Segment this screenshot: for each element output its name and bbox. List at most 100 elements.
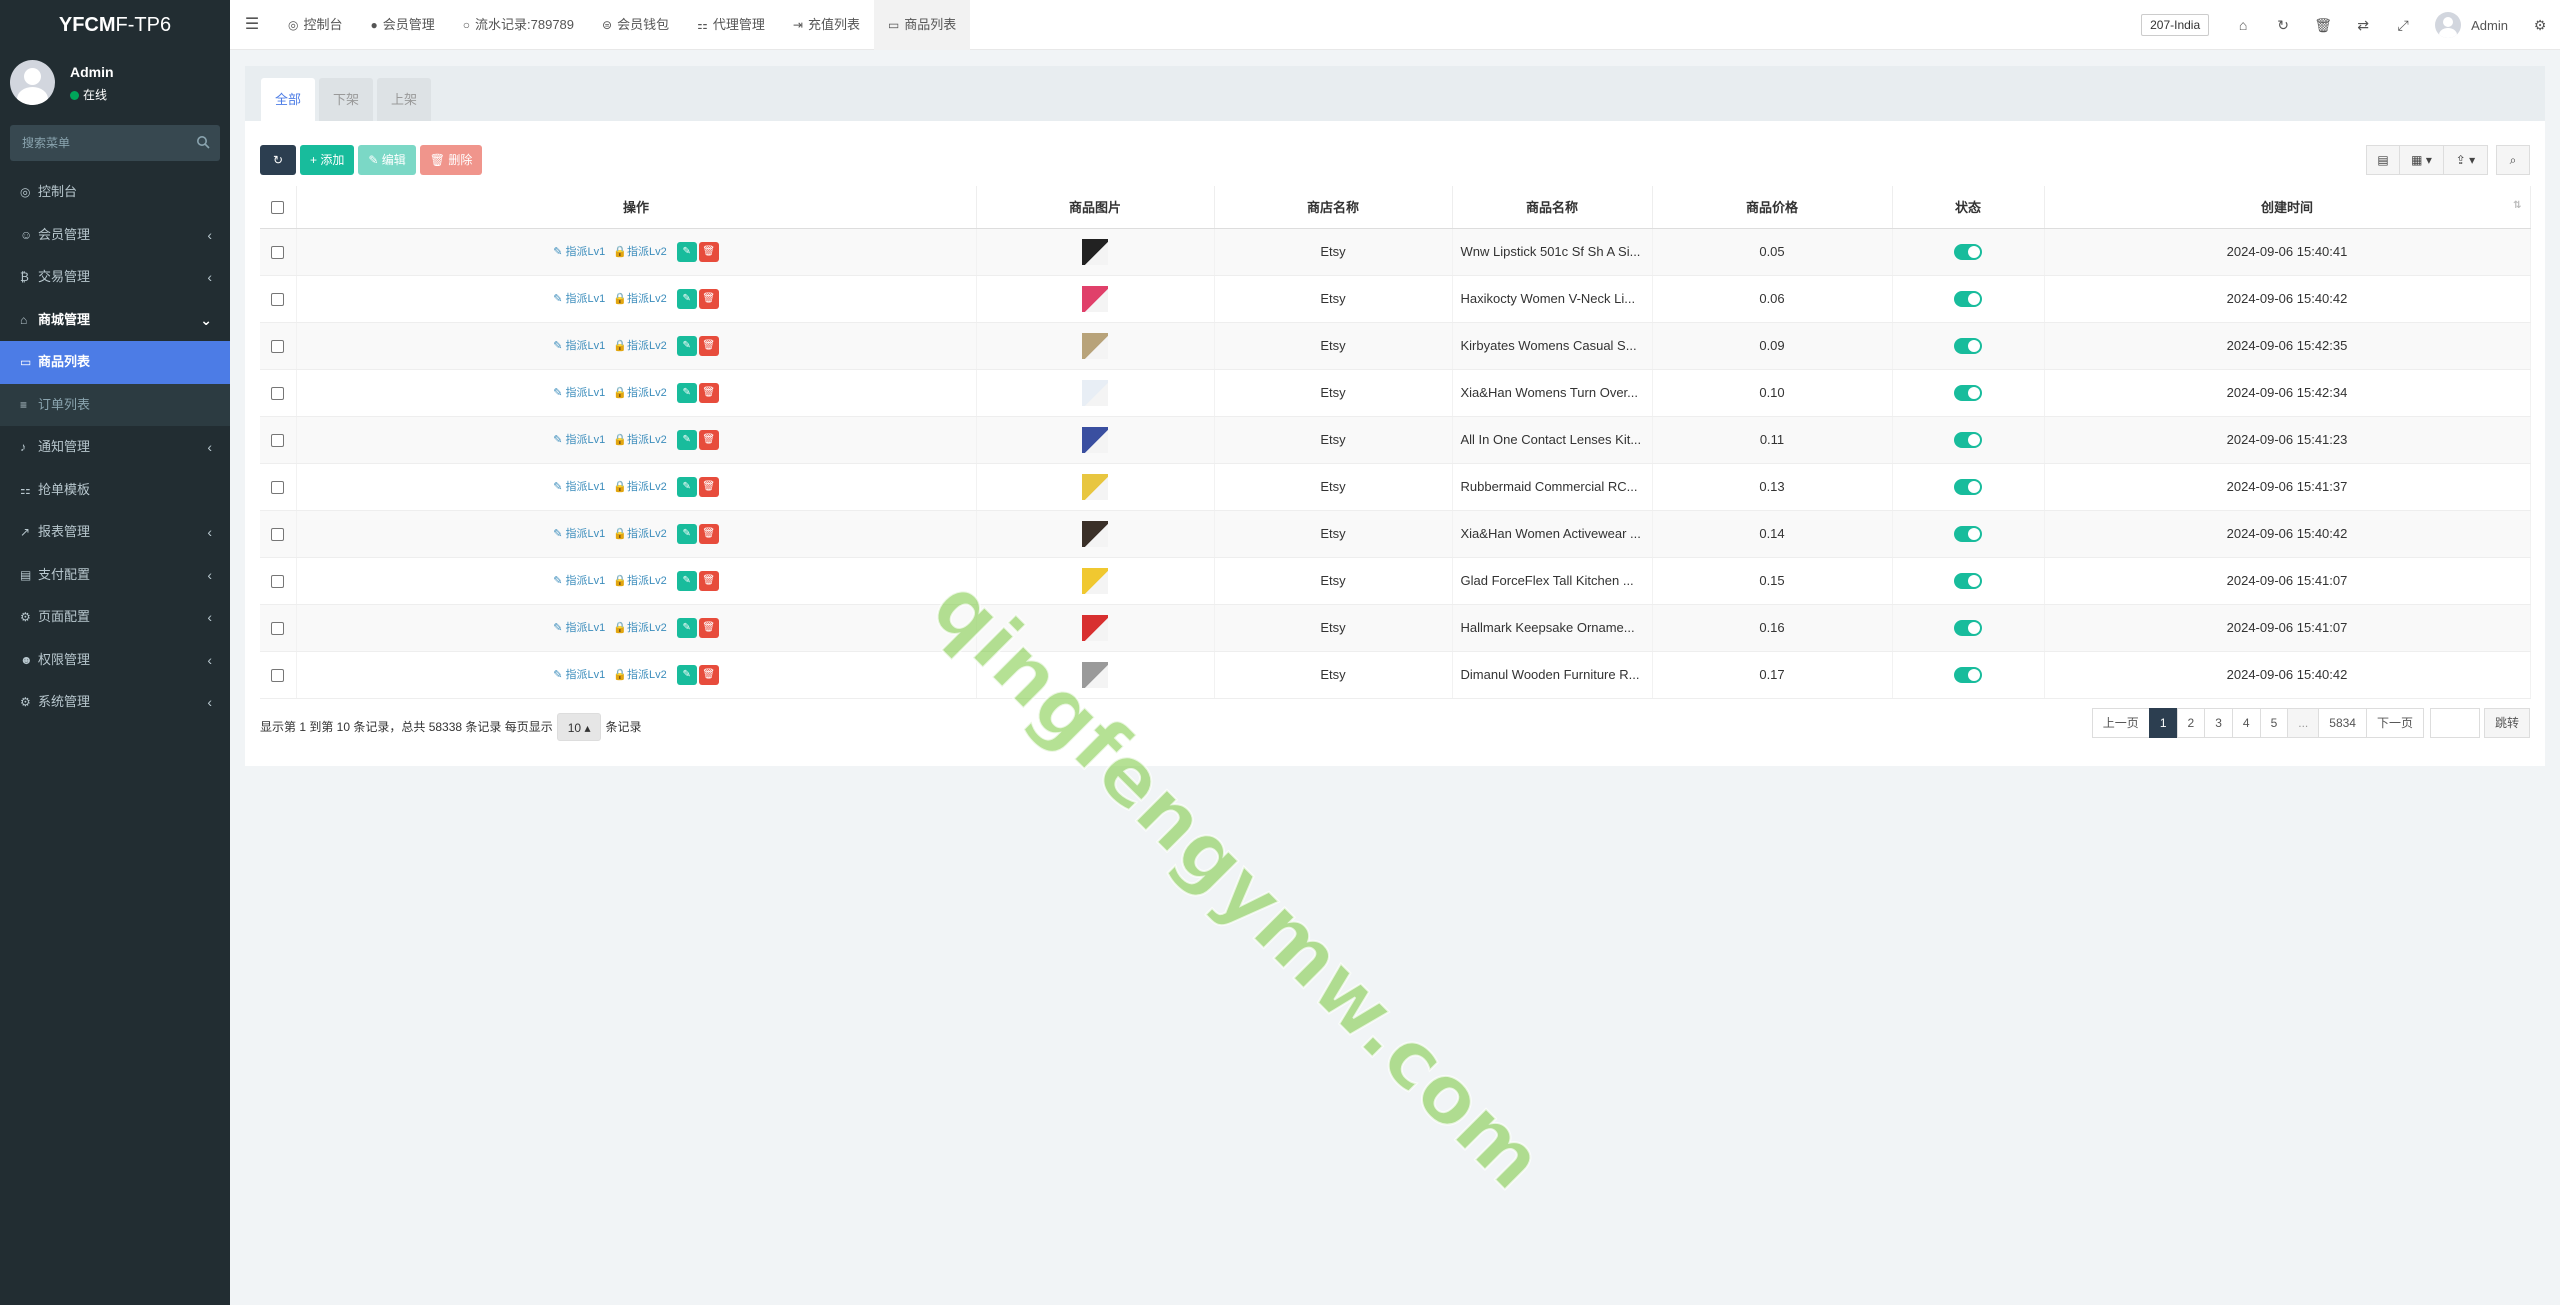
- assign-lv1-link[interactable]: ✎ 指派Lv1: [553, 575, 605, 587]
- sidebar-item-permissions[interactable]: ☻ 权限管理 ‹: [0, 639, 230, 682]
- row-checkbox[interactable]: [271, 575, 285, 589]
- row-delete-button[interactable]: 🗑: [698, 335, 719, 356]
- tab-dashboard[interactable]: ◎ 控制台: [274, 0, 357, 50]
- status-toggle[interactable]: [1954, 243, 1982, 260]
- product-thumbnail[interactable]: [1082, 238, 1108, 265]
- language-select[interactable]: 207-India: [2141, 14, 2210, 36]
- refresh-button[interactable]: ↻: [260, 145, 296, 175]
- table-row[interactable]: ✎ 指派Lv1 🔒指派Lv2 ✎ 🗑 Etsy Rubbermaid Commercial…: [260, 463, 2531, 511]
- status-toggle[interactable]: [1954, 337, 1982, 354]
- row-delete-button[interactable]: 🗑: [698, 241, 719, 262]
- status-toggle[interactable]: [1954, 384, 1982, 401]
- tab-online[interactable]: 上架: [377, 78, 432, 121]
- refresh-icon[interactable]: ↻: [2263, 17, 2303, 34]
- assign-lv2-link[interactable]: 🔒指派Lv2: [613, 622, 666, 634]
- table-row[interactable]: ✎ 指派Lv1 🔒指派Lv2 ✎ 🗑 Etsy Kirbyates Womens Casu…: [260, 322, 2531, 370]
- status-toggle[interactable]: [1954, 666, 1982, 683]
- row-edit-button[interactable]: ✎: [676, 523, 697, 544]
- row-edit-button[interactable]: ✎: [676, 476, 697, 497]
- sidebar-item-mall[interactable]: ⌂ 商城管理 ⌄: [0, 299, 230, 342]
- table-row[interactable]: ✎ 指派Lv1 🔒指派Lv2 ✎ 🗑 Etsy Haxikocty Women V-Nec…: [260, 275, 2531, 323]
- tab-recharge[interactable]: ⇥ 充值列表: [779, 0, 874, 50]
- add-button[interactable]: + 添加: [300, 145, 355, 175]
- row-edit-button[interactable]: ✎: [676, 429, 697, 450]
- row-delete-button[interactable]: 🗑: [698, 429, 719, 450]
- row-checkbox[interactable]: [271, 528, 285, 542]
- table-row[interactable]: ✎ 指派Lv1 🔒指派Lv2 ✎ 🗑 Etsy Xia&Han Womens Turn O…: [260, 369, 2531, 417]
- sidebar-item-notifications[interactable]: ♪ 通知管理 ‹: [0, 426, 230, 469]
- sidebar-search-input[interactable]: [10, 125, 220, 161]
- col-header-created[interactable]: 创建时间 ⇅: [2044, 186, 2531, 229]
- sidebar-item-products[interactable]: ▭ 商品列表: [0, 341, 230, 384]
- row-checkbox[interactable]: [271, 340, 285, 354]
- assign-lv2-link[interactable]: 🔒指派Lv2: [613, 246, 666, 258]
- assign-lv1-link[interactable]: ✎ 指派Lv1: [553, 434, 605, 446]
- app-logo[interactable]: YFCMF-TP6: [0, 0, 230, 50]
- assign-lv1-link[interactable]: ✎ 指派Lv1: [553, 340, 605, 352]
- toggle-view-button[interactable]: ▤: [2366, 145, 2400, 175]
- row-edit-button[interactable]: ✎: [676, 617, 697, 638]
- fullscreen-icon[interactable]: ⤢: [2383, 17, 2423, 34]
- page-3[interactable]: 3: [2204, 708, 2233, 738]
- edit-button[interactable]: ✎ 编辑: [358, 145, 416, 175]
- row-edit-button[interactable]: ✎: [676, 288, 697, 309]
- columns-button[interactable]: ▦ ▾: [2400, 145, 2444, 175]
- row-delete-button[interactable]: 🗑: [698, 476, 719, 497]
- trash-icon[interactable]: 🗑: [2303, 17, 2343, 34]
- tab-flow-records[interactable]: ○ 流水记录:789789: [449, 0, 588, 50]
- settings-icon[interactable]: ⚙: [2520, 17, 2560, 34]
- export-button[interactable]: ⇪ ▾: [2444, 145, 2488, 175]
- page-1[interactable]: 1: [2148, 708, 2178, 738]
- assign-lv2-link[interactable]: 🔒指派Lv2: [613, 340, 666, 352]
- status-toggle[interactable]: [1954, 572, 1982, 589]
- select-all-checkbox[interactable]: [271, 201, 285, 215]
- delete-button[interactable]: 🗑 删除: [419, 145, 483, 175]
- assign-lv1-link[interactable]: ✎ 指派Lv1: [553, 293, 605, 305]
- table-row[interactable]: ✎ 指派Lv1 🔒指派Lv2 ✎ 🗑 Etsy Glad ForceFlex Tall K…: [260, 557, 2531, 605]
- home-icon[interactable]: ⌂: [2223, 17, 2263, 33]
- product-thumbnail[interactable]: [1082, 379, 1108, 406]
- sidebar-item-system[interactable]: ⚙ 系统管理 ‹: [0, 681, 230, 724]
- row-checkbox[interactable]: [271, 246, 285, 260]
- search-button[interactable]: ⌕: [2496, 145, 2530, 175]
- tab-all[interactable]: 全部: [261, 78, 316, 121]
- tab-wallet[interactable]: ⊜ 会员钱包: [588, 0, 683, 50]
- table-row[interactable]: ✎ 指派Lv1 🔒指派Lv2 ✎ 🗑 Etsy Xia&Han Women Activew…: [260, 510, 2531, 558]
- translate-icon[interactable]: ⇄: [2343, 17, 2383, 34]
- row-checkbox[interactable]: [271, 481, 285, 495]
- row-delete-button[interactable]: 🗑: [698, 523, 719, 544]
- row-edit-button[interactable]: ✎: [676, 664, 697, 685]
- status-toggle[interactable]: [1954, 290, 1982, 307]
- page-size-select[interactable]: 10 ▴: [556, 713, 602, 741]
- product-thumbnail[interactable]: [1082, 520, 1108, 547]
- next-page-button[interactable]: 下一页: [2365, 708, 2424, 738]
- table-row[interactable]: ✎ 指派Lv1 🔒指派Lv2 ✎ 🗑 Etsy Dimanul Wooden Furnit…: [260, 651, 2531, 699]
- row-delete-button[interactable]: 🗑: [698, 288, 719, 309]
- tab-agents[interactable]: ⚏ 代理管理: [683, 0, 779, 50]
- jump-page-input[interactable]: [2429, 708, 2480, 738]
- product-thumbnail[interactable]: [1082, 285, 1108, 312]
- row-checkbox[interactable]: [271, 622, 285, 636]
- product-thumbnail[interactable]: [1082, 473, 1108, 500]
- assign-lv1-link[interactable]: ✎ 指派Lv1: [553, 387, 605, 399]
- row-checkbox[interactable]: [271, 434, 285, 448]
- assign-lv2-link[interactable]: 🔒指派Lv2: [613, 434, 666, 446]
- status-toggle[interactable]: [1954, 431, 1982, 448]
- user-menu[interactable]: Admin: [2423, 12, 2520, 38]
- assign-lv2-link[interactable]: 🔒指派Lv2: [613, 669, 666, 681]
- row-delete-button[interactable]: 🗑: [698, 617, 719, 638]
- product-thumbnail[interactable]: [1082, 661, 1108, 688]
- assign-lv1-link[interactable]: ✎ 指派Lv1: [553, 246, 605, 258]
- page-last[interactable]: 5834: [2318, 708, 2367, 738]
- assign-lv2-link[interactable]: 🔒指派Lv2: [613, 575, 666, 587]
- row-edit-button[interactable]: ✎: [676, 241, 697, 262]
- status-toggle[interactable]: [1954, 478, 1982, 495]
- assign-lv1-link[interactable]: ✎ 指派Lv1: [553, 481, 605, 493]
- sidebar-item-members[interactable]: ☺ 会员管理 ‹: [0, 214, 230, 257]
- menu-toggle-icon[interactable]: ☰: [230, 0, 274, 50]
- row-edit-button[interactable]: ✎: [676, 382, 697, 403]
- page-2[interactable]: 2: [2176, 708, 2206, 738]
- sidebar-item-page-config[interactable]: ⚙ 页面配置 ‹: [0, 596, 230, 639]
- tab-members[interactable]: ● 会员管理: [357, 0, 449, 50]
- assign-lv1-link[interactable]: ✎ 指派Lv1: [553, 528, 605, 540]
